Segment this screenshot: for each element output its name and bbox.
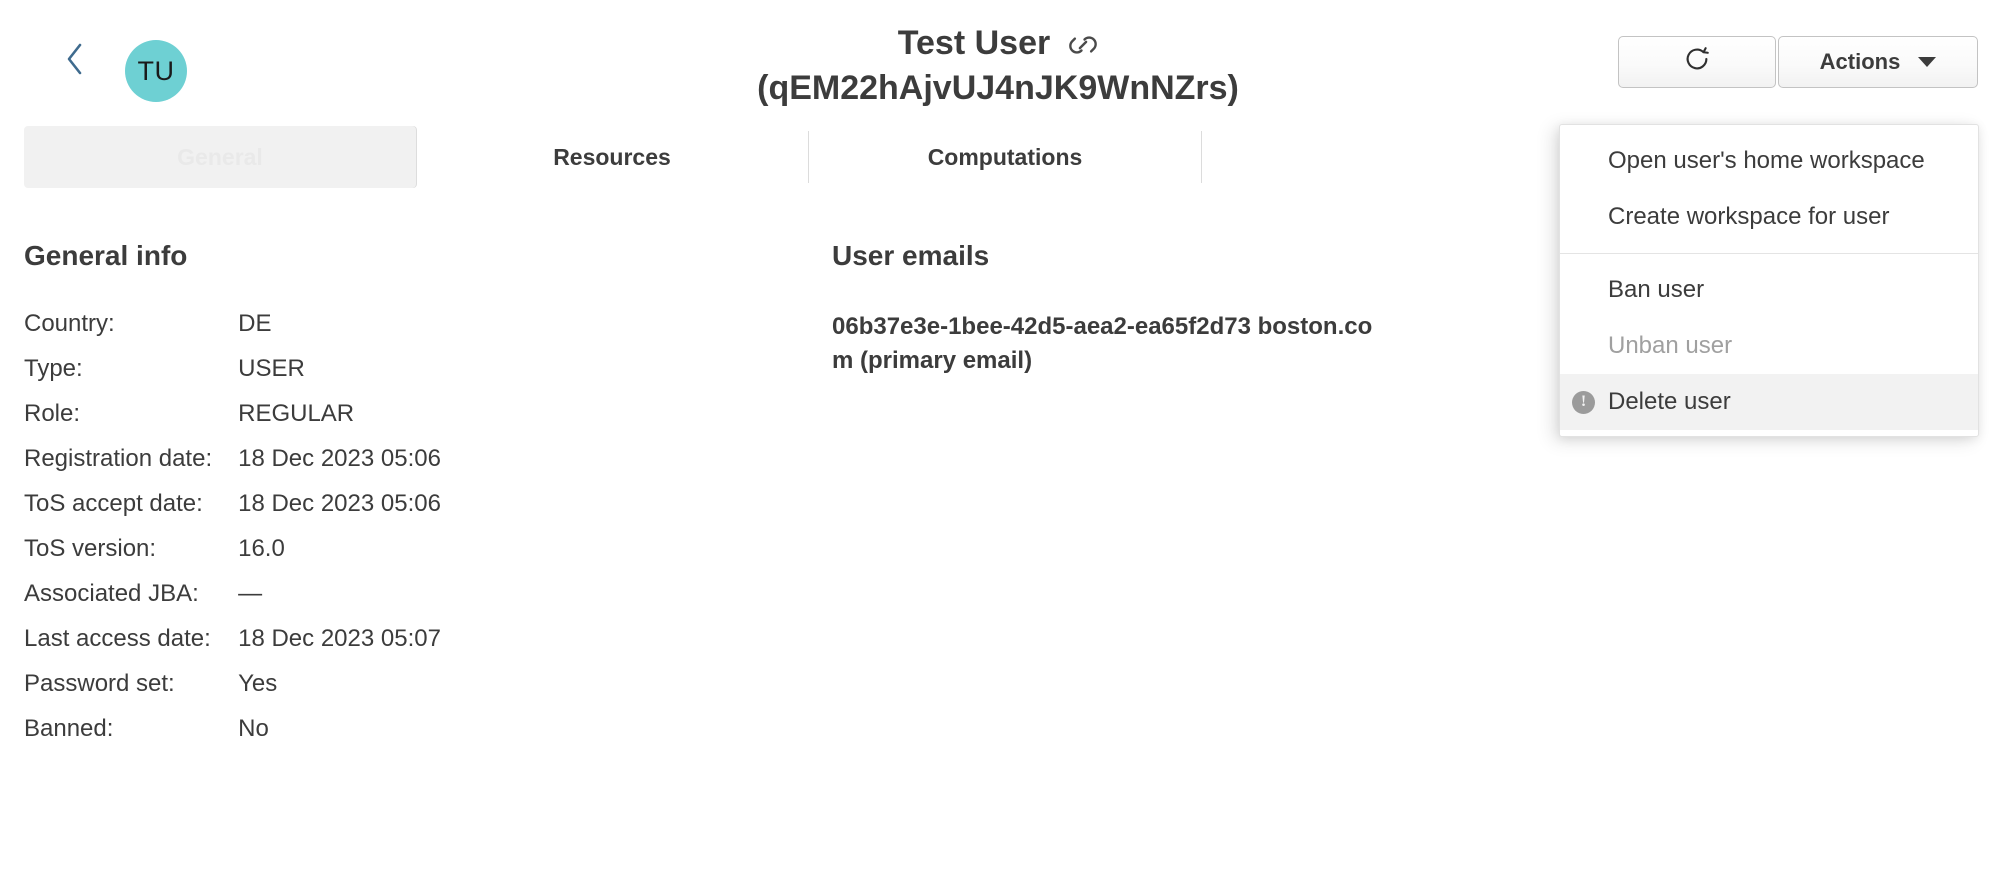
info-label: ToS version: (24, 535, 157, 562)
actions-button[interactable]: Actions (1778, 36, 1978, 88)
table-row: Password set: Yes (24, 670, 441, 715)
menu-item-create-workspace[interactable]: Create workspace for user (1560, 189, 1978, 245)
info-value: 16.0 (238, 535, 285, 562)
info-label: Registration date: (24, 445, 213, 472)
avatar[interactable]: TU (125, 40, 187, 102)
table-row: ToS version: 16.0 (24, 535, 441, 580)
menu-item-delete-user[interactable]: ! Delete user (1560, 374, 1978, 430)
general-info-table: Country: DE Type: USER Role: REGULAR Reg… (24, 310, 441, 760)
table-row: Type: USER (24, 355, 441, 400)
actions-button-label: Actions (1819, 49, 1901, 74)
warning-circle-icon: ! (1572, 390, 1595, 414)
refresh-button[interactable] (1618, 36, 1776, 88)
info-value: USER (238, 355, 305, 382)
menu-item-label: Unban user (1608, 332, 1733, 359)
menu-separator (1560, 253, 1978, 254)
tab-resources[interactable]: Resources (416, 126, 808, 188)
table-row: Registration date: 18 Dec 2023 05:06 (24, 445, 441, 490)
user-email-item: 06b37e3e-1bee-42d5-aea2-ea65f2d73 boston… (832, 313, 1373, 374)
info-label: Banned: (24, 715, 114, 742)
info-value: REGULAR (238, 400, 355, 427)
general-info-section: General info Country: DE Type: USER Role… (24, 240, 808, 760)
info-label: Type: (24, 355, 83, 382)
info-value: 18 Dec 2023 05:07 (238, 625, 441, 652)
page-title-name: Test User (897, 24, 1051, 62)
info-label: Password set: (24, 670, 175, 697)
menu-item-label: Create workspace for user (1608, 203, 1890, 230)
header-actions: Actions Open user's home workspace Creat… (1559, 36, 1979, 437)
info-value: 18 Dec 2023 05:06 (238, 490, 441, 517)
info-value: No (238, 715, 269, 742)
info-value: Yes (238, 670, 278, 697)
info-value: — (238, 580, 263, 607)
tab-label: Resources (553, 143, 671, 170)
link-icon[interactable] (1068, 30, 1098, 60)
chevron-down-icon (1918, 57, 1937, 67)
info-value: 18 Dec 2023 05:06 (238, 445, 441, 472)
table-row: Banned: No (24, 715, 441, 760)
table-row: ToS accept date: 18 Dec 2023 05:06 (24, 490, 441, 535)
menu-item-ban-user[interactable]: Ban user (1560, 262, 1978, 318)
info-label: Associated JBA: (24, 580, 199, 607)
menu-item-label: Delete user (1608, 388, 1731, 415)
table-row: Role: REGULAR (24, 400, 441, 445)
menu-item-label: Open user's home workspace (1608, 147, 1925, 174)
tab-label: Computations (927, 143, 1083, 170)
tab-label: General (177, 143, 263, 170)
refresh-icon (1682, 44, 1712, 80)
table-row: Associated JBA: — (24, 580, 441, 625)
info-label: ToS accept date: (24, 490, 203, 517)
table-row: Country: DE (24, 310, 441, 355)
general-info-heading: General info (24, 240, 188, 271)
actions-dropdown-menu: Open user's home workspace Create worksp… (1559, 124, 1979, 437)
avatar-initials: TU (137, 55, 175, 86)
menu-item-unban-user: Unban user (1560, 318, 1978, 374)
tab-general[interactable]: General (24, 126, 416, 188)
tab-extra[interactable] (1202, 126, 1594, 188)
page-header: TU Test User (qEM22hAjvUJ4nJK9WnNZrs) Ac… (0, 0, 1996, 437)
menu-item-open-home-workspace[interactable]: Open user's home workspace (1560, 133, 1978, 189)
back-button[interactable] (58, 42, 92, 76)
info-value: DE (238, 310, 272, 337)
tab-computations[interactable]: Computations (809, 126, 1201, 188)
info-label: Country: (24, 310, 115, 337)
info-label: Role: (24, 400, 81, 427)
menu-item-label: Ban user (1608, 276, 1705, 303)
chevron-left-icon (64, 42, 86, 76)
table-row: Last access date: 18 Dec 2023 05:07 (24, 625, 441, 670)
info-label: Last access date: (24, 625, 211, 652)
